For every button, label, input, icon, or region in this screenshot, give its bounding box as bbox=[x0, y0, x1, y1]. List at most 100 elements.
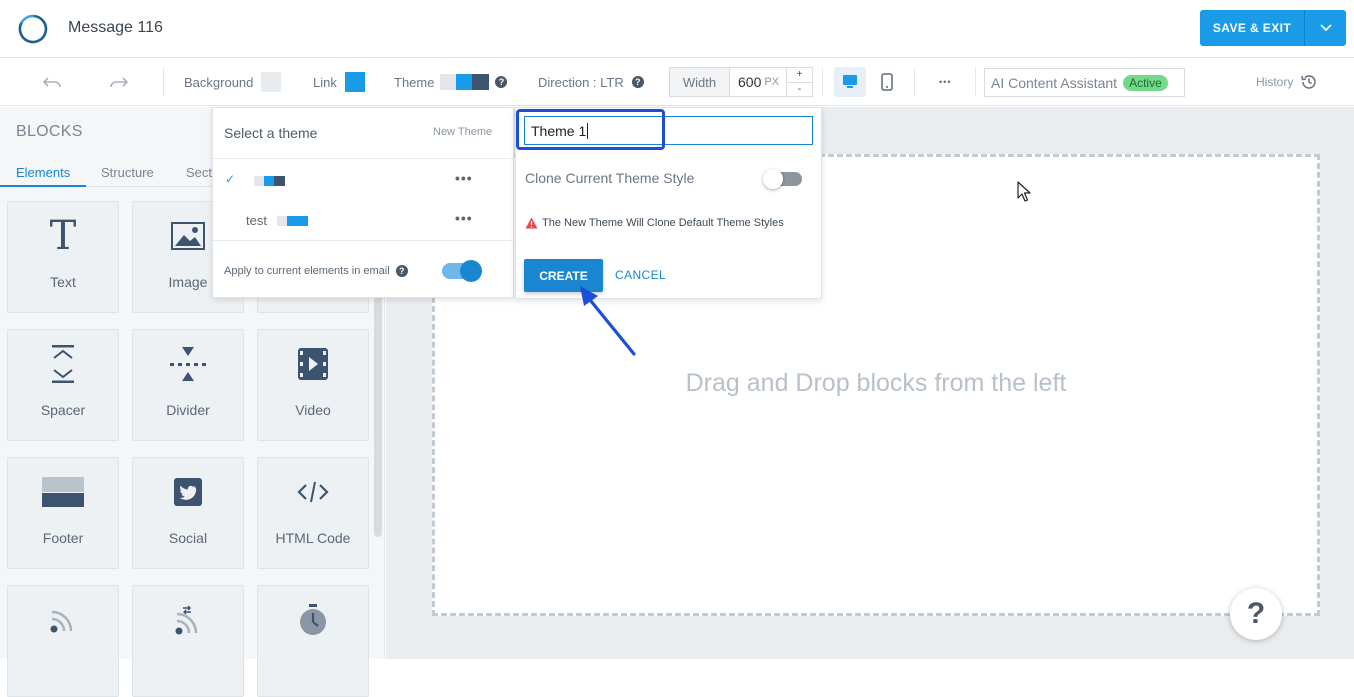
block-text[interactable]: T Text bbox=[7, 201, 119, 313]
clone-warning: The New Theme Will Clone Default Theme S… bbox=[525, 217, 784, 229]
cancel-button[interactable]: CANCEL bbox=[615, 268, 666, 282]
desktop-icon bbox=[843, 75, 857, 88]
block-label: Social bbox=[168, 530, 208, 546]
theme-popover-footer: Apply to current elements in email ? bbox=[213, 240, 513, 298]
warning-icon bbox=[525, 217, 538, 229]
theme-option[interactable]: ✓ ••• bbox=[213, 162, 513, 198]
theme-help-icon[interactable]: ? bbox=[495, 76, 508, 88]
block-label: HTML Code bbox=[275, 530, 351, 546]
direction-control[interactable]: Direction : LTR ? bbox=[538, 58, 644, 106]
block-label: Text bbox=[50, 274, 76, 290]
theme-name: test bbox=[246, 213, 267, 228]
mobile-view-button[interactable] bbox=[874, 67, 900, 97]
new-theme-link[interactable]: New Theme bbox=[433, 126, 492, 138]
annotation-highlight-box bbox=[516, 109, 665, 150]
ai-label: AI Content Assistant bbox=[991, 74, 1118, 91]
background-label: Background bbox=[184, 74, 254, 90]
block-countdown[interactable] bbox=[257, 585, 369, 697]
width-decrement-button[interactable]: - bbox=[787, 83, 812, 97]
width-input[interactable]: 600 PX bbox=[730, 68, 786, 96]
new-theme-popover: Theme 1 Clone Current Theme Style The Ne… bbox=[515, 107, 822, 299]
link-label: Link bbox=[313, 74, 337, 90]
timer-icon bbox=[258, 598, 368, 642]
active-tab-indicator bbox=[0, 185, 86, 187]
text-icon: T bbox=[49, 213, 77, 259]
block-label: Video bbox=[295, 402, 331, 418]
selected-check-icon: ✓ bbox=[225, 172, 236, 186]
apply-help-icon[interactable]: ? bbox=[395, 265, 408, 277]
chevron-down-icon bbox=[1319, 24, 1332, 32]
width-increment-button[interactable]: + bbox=[787, 68, 812, 83]
theme-preview-swatch bbox=[254, 176, 285, 186]
apply-theme-text: Apply to current elements in email bbox=[224, 265, 390, 277]
block-social[interactable]: Social bbox=[132, 457, 244, 569]
block-video[interactable]: Video bbox=[257, 329, 369, 441]
save-options-dropdown[interactable] bbox=[1304, 10, 1346, 46]
toolbar-divider bbox=[163, 68, 164, 96]
block-label: Spacer bbox=[40, 402, 86, 418]
toolbar-divider bbox=[975, 68, 976, 96]
theme-options-button[interactable]: ••• bbox=[455, 210, 473, 226]
theme-options-button[interactable]: ••• bbox=[455, 170, 473, 186]
undo-icon bbox=[43, 77, 61, 88]
divider-icon bbox=[133, 342, 243, 386]
message-title[interactable]: Message 116 bbox=[68, 19, 163, 37]
background-color-control[interactable]: Background bbox=[184, 58, 282, 106]
desktop-view-button[interactable] bbox=[834, 67, 866, 97]
loading-logo-icon bbox=[18, 14, 48, 44]
theme-swatch[interactable] bbox=[440, 74, 490, 90]
redo-icon bbox=[110, 77, 128, 88]
link-swatch[interactable] bbox=[344, 72, 365, 92]
rss-refresh-icon bbox=[133, 598, 243, 642]
block-rss-feed[interactable] bbox=[132, 585, 244, 697]
link-color-control[interactable]: Link bbox=[313, 58, 365, 106]
width-stepper: + - bbox=[786, 68, 812, 96]
block-html-code[interactable]: HTML Code bbox=[257, 457, 369, 569]
video-icon bbox=[258, 342, 368, 386]
block-spacer[interactable]: Spacer bbox=[7, 329, 119, 441]
undo-button[interactable] bbox=[43, 58, 61, 106]
top-header: Message 116 SAVE & EXIT bbox=[0, 0, 1354, 58]
direction-help-icon[interactable]: ? bbox=[631, 76, 644, 88]
direction-label: Direction : LTR bbox=[538, 74, 624, 90]
annotation-arrow-icon bbox=[580, 286, 636, 356]
history-label: History bbox=[1256, 75, 1294, 89]
warning-text: The New Theme Will Clone Default Theme S… bbox=[542, 217, 784, 229]
block-label: Footer bbox=[42, 530, 84, 546]
history-button[interactable]: History bbox=[1256, 58, 1318, 106]
apply-theme-toggle[interactable] bbox=[442, 260, 482, 282]
ai-content-assistant[interactable]: AI Content Assistant Active bbox=[984, 68, 1185, 97]
help-button[interactable]: ? bbox=[1230, 588, 1282, 640]
tab-elements[interactable]: Elements bbox=[16, 165, 70, 180]
theme-preview-swatch bbox=[277, 216, 308, 226]
mobile-icon bbox=[881, 73, 893, 91]
block-label: Divider bbox=[166, 402, 210, 418]
apply-theme-label: Apply to current elements in email ? bbox=[224, 265, 408, 277]
more-options-button[interactable]: ••• bbox=[939, 58, 951, 106]
tab-structure[interactable]: Structure bbox=[101, 165, 154, 180]
history-icon bbox=[1301, 75, 1317, 89]
editor-toolbar: Background Link Theme ? Direction : LTR … bbox=[0, 58, 1354, 106]
ai-status-badge: Active bbox=[1123, 74, 1168, 91]
clone-theme-toggle[interactable] bbox=[763, 169, 802, 189]
width-unit: PX bbox=[764, 76, 780, 88]
code-icon bbox=[258, 470, 368, 514]
tab-sections[interactable]: Sect bbox=[186, 165, 212, 180]
block-divider[interactable]: Divider bbox=[132, 329, 244, 441]
redo-button[interactable] bbox=[110, 58, 128, 106]
block-footer[interactable]: Footer bbox=[7, 457, 119, 569]
block-rss[interactable] bbox=[7, 585, 119, 697]
toolbar-divider bbox=[914, 68, 915, 96]
save-exit-button[interactable]: SAVE & EXIT bbox=[1200, 10, 1304, 46]
spacer-icon bbox=[8, 342, 118, 386]
blocks-title: BLOCKS bbox=[16, 123, 83, 140]
theme-control[interactable]: Theme ? bbox=[394, 58, 508, 106]
width-value: 600 bbox=[738, 74, 762, 90]
theme-select-popover: Select a theme New Theme ✓ ••• test ••• … bbox=[212, 107, 514, 298]
theme-option[interactable]: test ••• bbox=[213, 202, 513, 238]
background-swatch[interactable] bbox=[261, 72, 282, 92]
width-control: Width 600 PX + - bbox=[669, 67, 813, 97]
theme-popover-header: Select a theme New Theme bbox=[213, 108, 513, 159]
rss-icon bbox=[8, 598, 118, 642]
twitter-icon bbox=[133, 470, 243, 514]
